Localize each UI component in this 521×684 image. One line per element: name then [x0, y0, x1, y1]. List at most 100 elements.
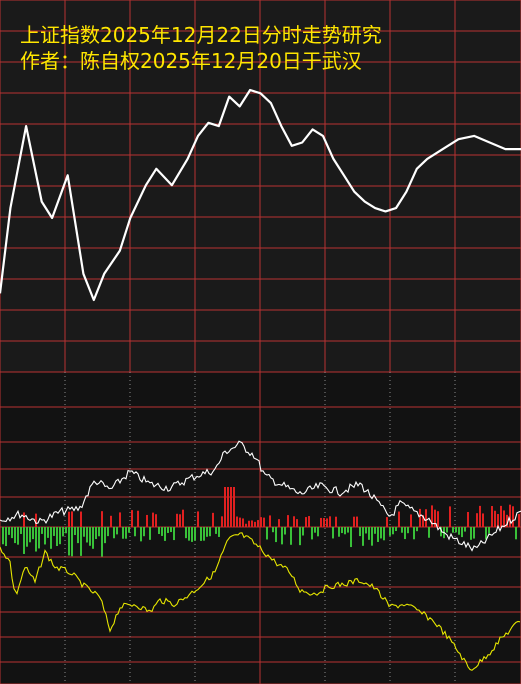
- down-bar: [284, 527, 286, 535]
- up-bar: [110, 515, 112, 527]
- down-bar: [392, 527, 394, 535]
- down-bar: [215, 527, 217, 534]
- down-bar: [272, 527, 274, 533]
- up-bar: [233, 487, 235, 527]
- down-bar: [14, 527, 16, 544]
- up-bar: [356, 516, 358, 527]
- down-bar: [170, 527, 172, 533]
- down-bar: [134, 527, 136, 537]
- up-bar: [236, 516, 238, 527]
- down-bar: [158, 527, 160, 534]
- down-bar: [116, 527, 118, 535]
- up-bar: [449, 506, 451, 527]
- down-bar: [311, 527, 313, 540]
- down-bar: [428, 527, 430, 538]
- down-bar: [368, 527, 370, 540]
- down-bar: [299, 527, 301, 546]
- up-bar: [146, 514, 148, 527]
- down-bar: [341, 527, 343, 534]
- down-bar: [458, 527, 460, 535]
- indicator-chart-panel: [0, 372, 521, 684]
- down-bar: [89, 527, 91, 546]
- down-bar: [104, 527, 106, 544]
- up-bar: [230, 487, 232, 527]
- up-bar: [335, 516, 337, 527]
- down-bar: [302, 527, 304, 536]
- up-bar: [245, 523, 247, 527]
- up-bar: [425, 509, 427, 527]
- down-bar: [266, 527, 268, 540]
- down-bar: [377, 527, 379, 542]
- up-bar: [482, 513, 484, 527]
- up-bar: [152, 512, 154, 527]
- up-bar: [479, 505, 481, 527]
- up-bar: [260, 517, 262, 527]
- down-bar: [359, 527, 361, 537]
- chart-title: 上证指数2025年12月22日分时走势研究: [20, 23, 382, 47]
- down-bar: [344, 527, 346, 535]
- up-bar: [353, 516, 355, 527]
- up-bar: [176, 513, 178, 527]
- down-bar: [317, 527, 319, 537]
- down-bar: [53, 527, 55, 536]
- down-bar: [218, 527, 220, 537]
- down-bar: [401, 527, 403, 533]
- down-bar: [80, 527, 82, 556]
- up-bar: [476, 513, 478, 527]
- down-bar: [404, 527, 406, 540]
- up-bar: [137, 510, 139, 527]
- up-bar: [308, 516, 310, 527]
- down-bar: [71, 527, 73, 557]
- up-bar: [398, 511, 400, 527]
- down-bar: [167, 527, 169, 533]
- down-bar: [413, 527, 415, 540]
- up-bar: [320, 517, 322, 527]
- down-bar: [371, 527, 373, 546]
- up-bar: [155, 514, 157, 527]
- down-bar: [83, 527, 85, 537]
- down-bar: [290, 527, 292, 545]
- down-bar: [59, 527, 61, 545]
- up-bar: [323, 518, 325, 527]
- down-bar: [362, 527, 364, 546]
- down-bar: [11, 527, 13, 539]
- down-bar: [143, 527, 145, 537]
- down-bar: [332, 527, 334, 539]
- up-bar: [101, 511, 103, 527]
- down-bar: [473, 527, 475, 539]
- up-bar: [512, 506, 514, 527]
- down-bar: [455, 527, 457, 533]
- down-bar: [470, 527, 472, 540]
- down-bar: [314, 527, 316, 533]
- down-bar: [29, 527, 31, 543]
- down-bar: [488, 527, 490, 534]
- down-bar: [35, 527, 37, 552]
- up-bar: [212, 512, 214, 527]
- down-bar: [374, 527, 376, 534]
- down-bar: [173, 527, 175, 541]
- up-bar: [248, 520, 250, 527]
- up-bar: [500, 505, 502, 527]
- down-bar: [461, 527, 463, 538]
- up-bar: [257, 520, 259, 527]
- up-bar: [227, 487, 229, 527]
- up-bar: [119, 512, 121, 527]
- up-bar: [242, 518, 244, 527]
- down-bar: [26, 527, 28, 547]
- down-bar: [188, 527, 190, 541]
- down-bar: [380, 527, 382, 539]
- down-bar: [350, 527, 352, 548]
- up-bar: [254, 521, 256, 527]
- up-bar: [296, 519, 298, 527]
- down-bar: [164, 527, 166, 541]
- down-bar: [95, 527, 97, 540]
- down-bar: [62, 527, 64, 537]
- down-bar: [74, 527, 76, 536]
- down-bar: [113, 527, 115, 539]
- down-bar: [389, 527, 391, 536]
- down-bar: [347, 527, 349, 533]
- up-bar: [518, 514, 520, 527]
- down-bar: [446, 527, 448, 533]
- down-bar: [275, 527, 277, 543]
- up-bar: [293, 516, 295, 527]
